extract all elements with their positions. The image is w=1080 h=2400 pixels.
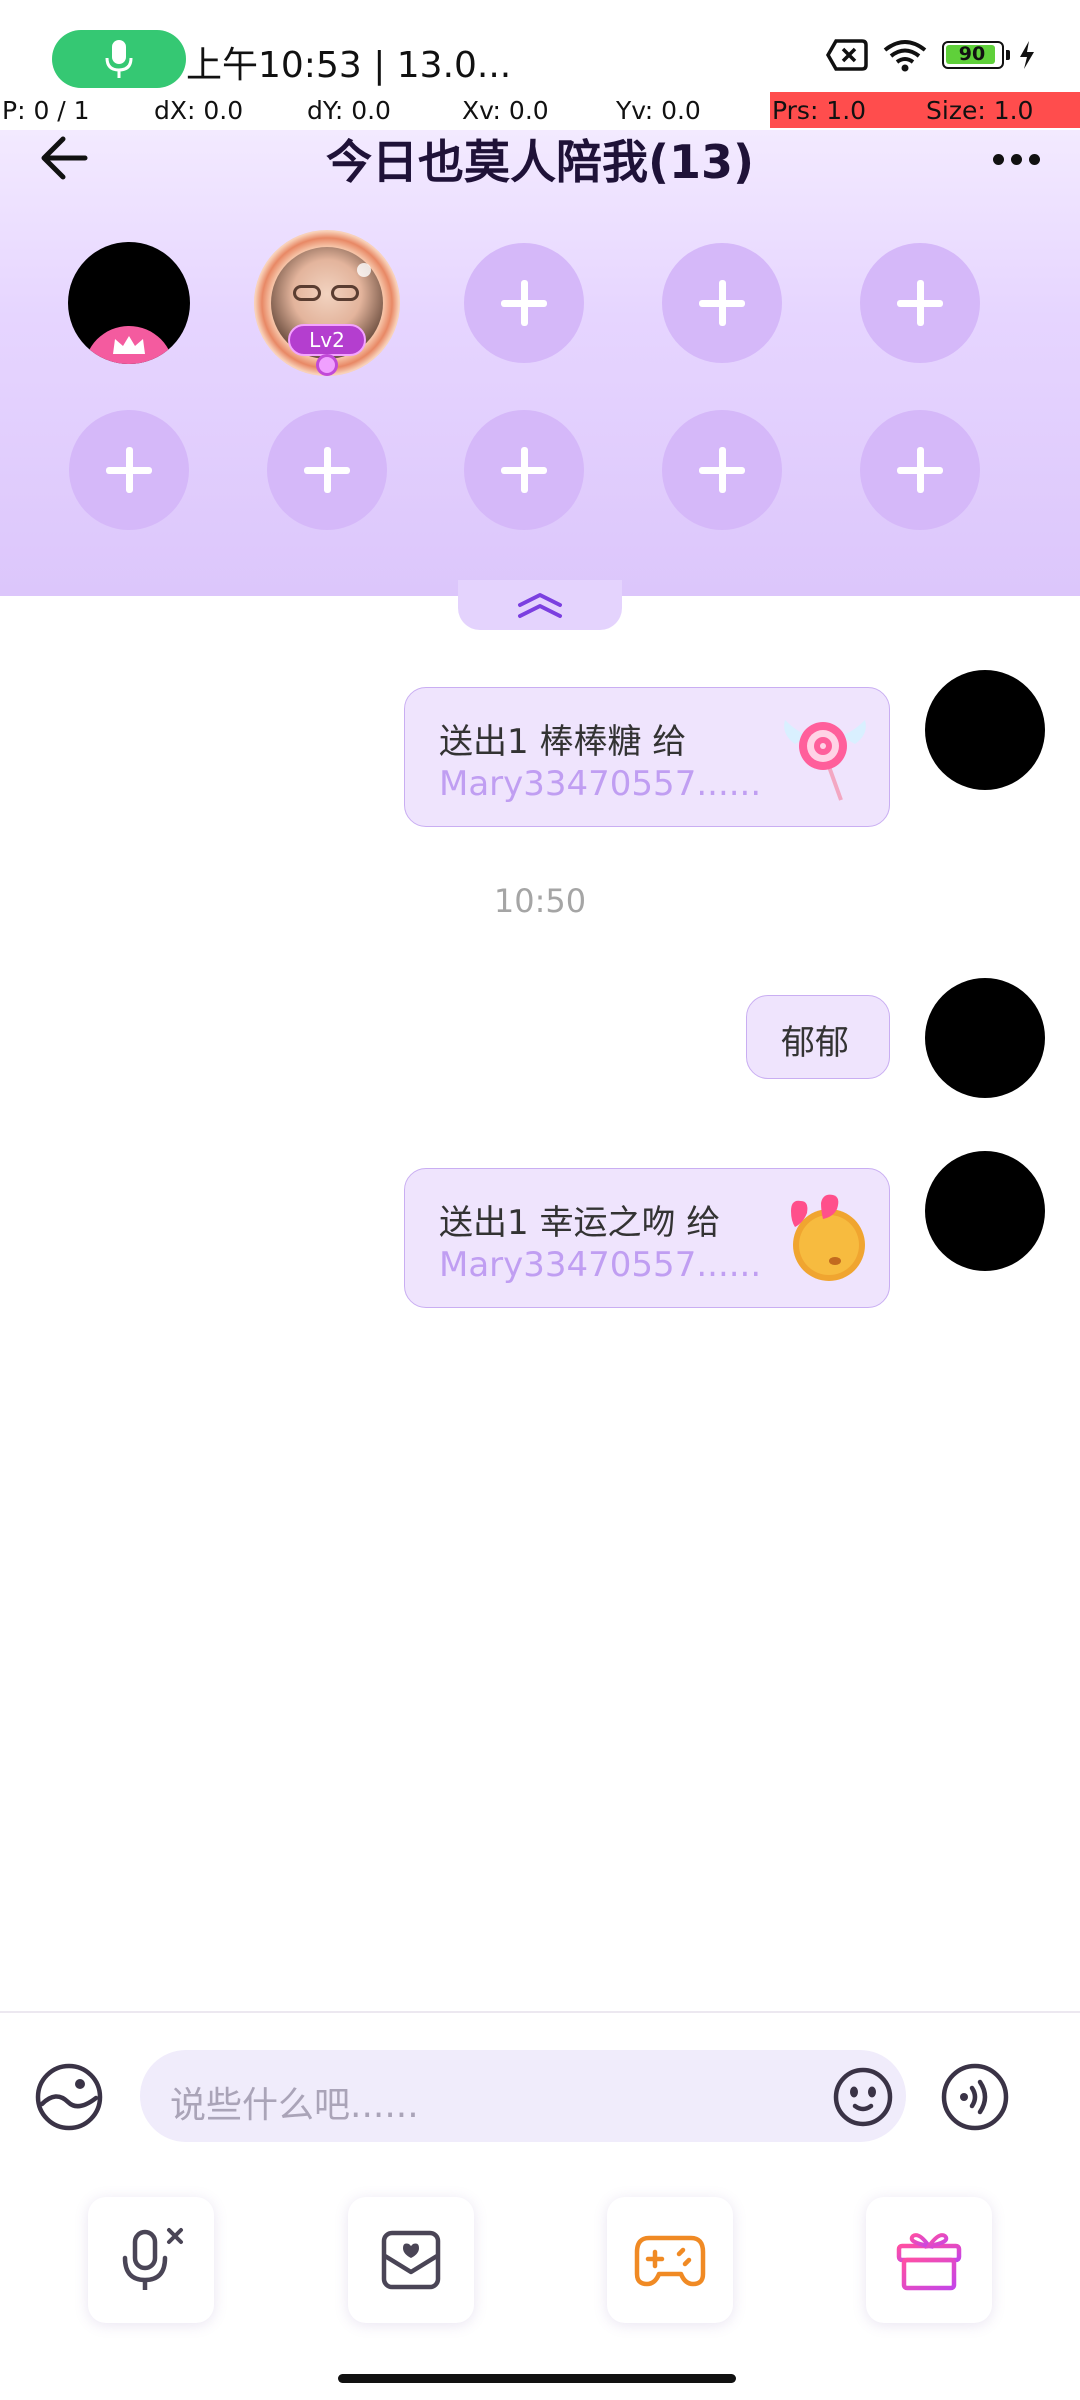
voice-input-button[interactable] <box>940 2062 1010 2132</box>
gift-recipient: Mary33470557...... <box>439 764 762 804</box>
more-options-button[interactable] <box>984 134 1048 184</box>
sender-avatar[interactable] <box>925 670 1045 790</box>
battery-level: 90 <box>958 43 986 65</box>
debug-pointer: P: 0 / 1 <box>2 96 90 125</box>
back-arrow-icon <box>41 136 88 180</box>
empty-seat[interactable] <box>860 243 980 363</box>
page-title: 今日也莫人陪我(13) <box>325 135 755 189</box>
host-seat[interactable] <box>68 242 190 364</box>
level-badge: Lv2 <box>288 324 366 356</box>
chevron-up-icon <box>518 593 562 618</box>
back-button[interactable] <box>34 128 94 188</box>
status-time-text: 上午10:53 | 13.0... <box>186 45 512 86</box>
plus-icon <box>304 447 350 493</box>
voice-icon <box>941 2063 1009 2131</box>
photo-button[interactable] <box>348 2197 474 2323</box>
gift-message-bubble[interactable]: 送出1 棒棒糖 给 Mary33470557...... <box>404 687 890 827</box>
wifi-icon <box>883 40 927 72</box>
microphone-icon <box>105 40 133 78</box>
gift-message-bubble[interactable]: 送出1 幸运之吻 给 Mary33470557...... <box>404 1168 890 1308</box>
sender-avatar[interactable] <box>925 1151 1045 1271</box>
empty-seat[interactable] <box>464 243 584 363</box>
empty-seat[interactable] <box>69 410 189 530</box>
badge-gem <box>316 354 338 376</box>
game-icon <box>634 2235 706 2287</box>
crown-icon <box>113 336 145 354</box>
empty-seat[interactable] <box>267 410 387 530</box>
photo-icon <box>381 2230 441 2290</box>
plus-icon <box>501 280 547 326</box>
plus-icon <box>501 447 547 493</box>
plus-icon <box>699 447 745 493</box>
debug-xv: Xv: 0.0 <box>462 96 549 125</box>
collapse-seats-button[interactable] <box>458 580 622 630</box>
gift-message-text: 送出1 幸运之吻 给 <box>439 1203 721 1243</box>
gift-button[interactable] <box>866 2197 992 2323</box>
gallery-button[interactable] <box>34 2062 104 2132</box>
sim-off-icon <box>826 39 868 71</box>
gift-message-text: 送出1 棒棒糖 给 <box>439 722 687 762</box>
message-input-placeholder: 说些什么吧...... <box>170 2085 419 2126</box>
gift-recipient: Mary33470557...... <box>439 1245 762 1285</box>
occupied-seat[interactable]: Lv2 <box>254 230 400 376</box>
status-icons: 90 <box>826 38 1036 72</box>
text-message-bubble[interactable]: 郁郁 <box>746 995 890 1079</box>
pointer-debug-overlay: P: 0 / 1 dX: 0.0 dY: 0.0 Xv: 0.0 Yv: 0.0… <box>0 92 1080 130</box>
battery-icon: 90 <box>942 41 1010 69</box>
debug-pressure: Prs: 1.0 <box>770 92 924 128</box>
mic-toggle-button[interactable] <box>88 2197 214 2323</box>
active-mic-indicator[interactable] <box>52 30 186 88</box>
lollipop-icon <box>784 720 866 801</box>
plus-icon <box>106 447 152 493</box>
gift-icon <box>896 2233 962 2291</box>
empty-seat[interactable] <box>860 410 980 530</box>
emoji-button[interactable] <box>832 2066 894 2128</box>
game-button[interactable] <box>607 2197 733 2323</box>
more-icon <box>992 153 1004 165</box>
emoji-icon <box>833 2067 893 2127</box>
message-timestamp: 10:50 <box>493 882 587 920</box>
empty-seat[interactable] <box>464 410 584 530</box>
empty-seat[interactable] <box>662 243 782 363</box>
mic-off-icon <box>122 2228 183 2290</box>
message-text: 郁郁 <box>781 1023 849 1063</box>
plus-icon <box>699 280 745 326</box>
charging-icon <box>1020 41 1034 69</box>
plus-icon <box>897 447 943 493</box>
kiss-emoji-icon <box>791 1194 865 1281</box>
home-indicator[interactable] <box>338 2374 736 2383</box>
debug-dx: dX: 0.0 <box>154 96 244 125</box>
debug-yv: Yv: 0.0 <box>616 96 701 125</box>
empty-seat[interactable] <box>662 410 782 530</box>
debug-dy: dY: 0.0 <box>307 96 391 125</box>
debug-size: Size: 1.0 <box>924 92 1080 128</box>
gallery-icon <box>35 2063 103 2131</box>
input-divider <box>0 2011 1080 2013</box>
sender-avatar[interactable] <box>925 978 1045 1098</box>
plus-icon <box>897 280 943 326</box>
